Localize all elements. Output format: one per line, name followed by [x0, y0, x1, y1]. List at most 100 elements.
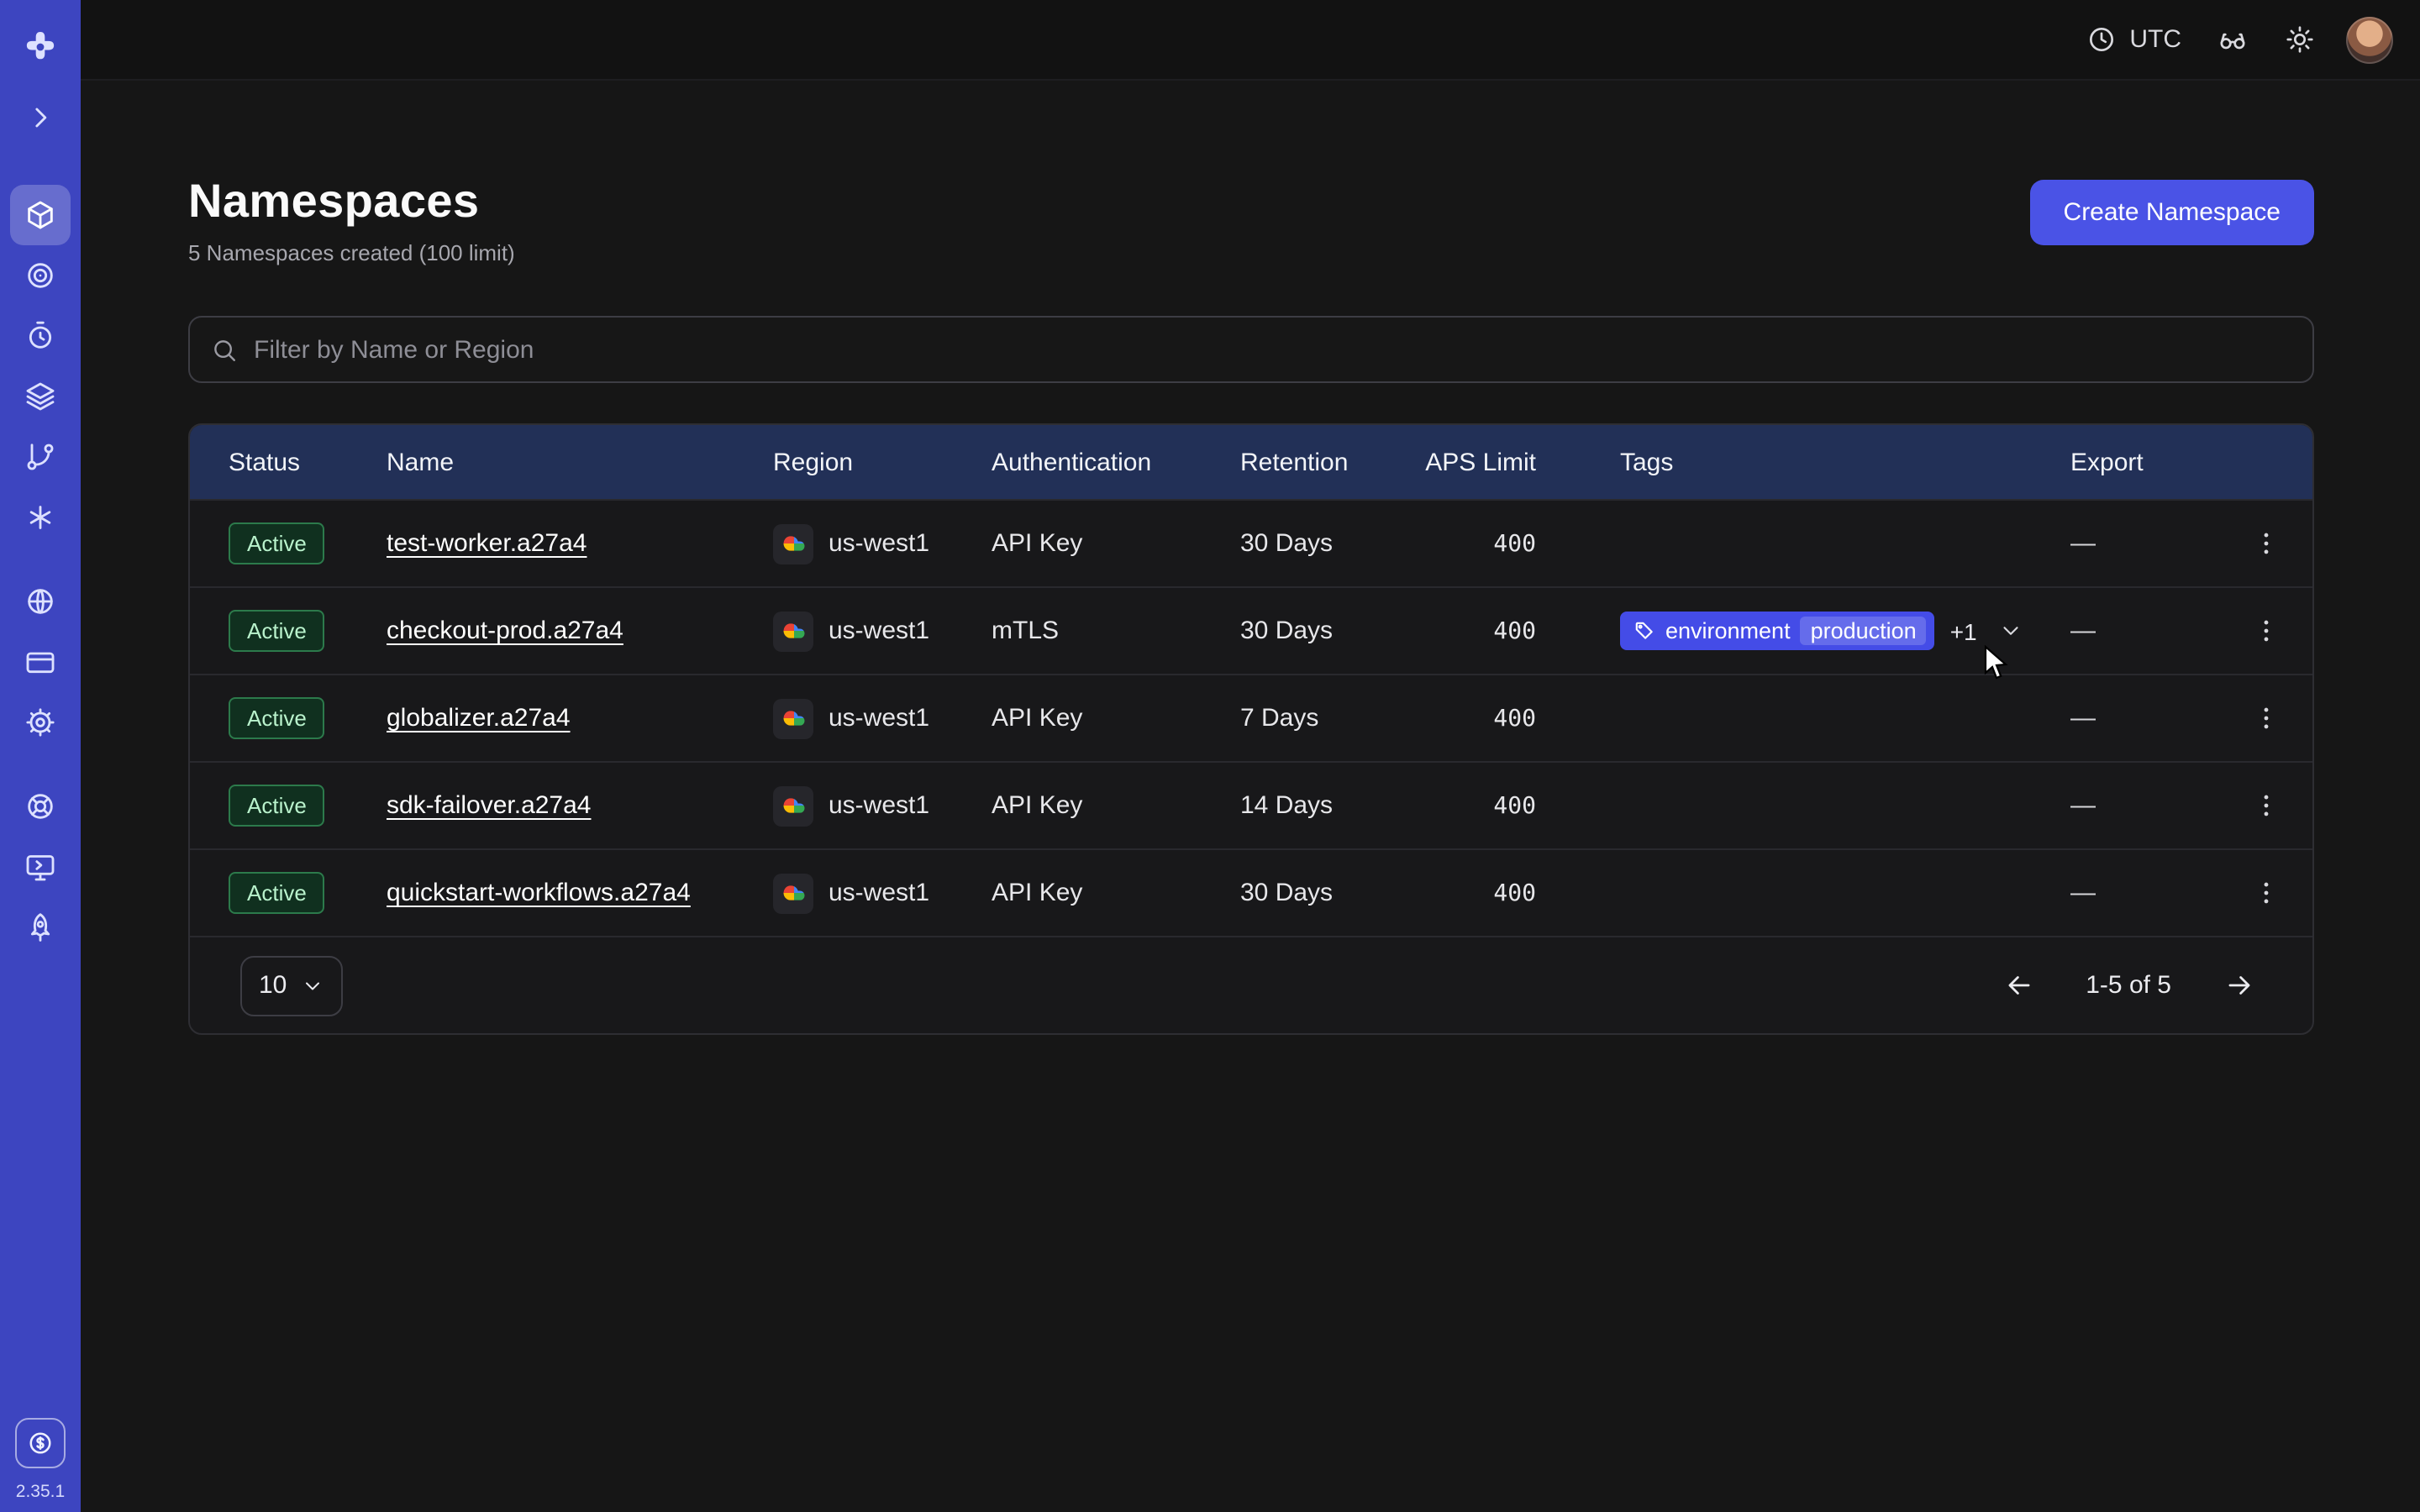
- create-namespace-button[interactable]: Create Namespace: [2030, 180, 2314, 245]
- branch-icon: [24, 440, 57, 474]
- row-menu-button[interactable]: [2242, 520, 2289, 567]
- export-cell: —: [2070, 791, 2242, 820]
- timezone-button[interactable]: UTC: [2075, 13, 2191, 66]
- sidebar-item-nexus[interactable]: [10, 487, 71, 548]
- region-label: us-west1: [829, 879, 929, 907]
- table-row: Active checkout-prod.a27a4 us-west1 mTLS…: [190, 586, 2312, 674]
- app-root: 2.35.1 UTC Namespaces 5 Namespaces creat…: [0, 0, 2420, 1512]
- sidebar-item-schedules[interactable]: [10, 306, 71, 366]
- status-badge: Active: [229, 785, 325, 827]
- table-row: Active quickstart-workflows.a27a4 us-wes…: [190, 848, 2312, 936]
- chevron-right-icon: [24, 101, 57, 134]
- retention-cell: 14 Days: [1240, 791, 1425, 820]
- row-menu-button[interactable]: [2242, 782, 2289, 829]
- namespace-link[interactable]: checkout-prod.a27a4: [387, 617, 623, 645]
- page-header: Namespaces 5 Namespaces created (100 lim…: [188, 175, 2314, 265]
- sidebar-expand-button[interactable]: [10, 87, 71, 148]
- aps-limit-cell: 400: [1425, 530, 1620, 557]
- arrow-right-icon: [2223, 969, 2254, 1001]
- temporal-logo-icon[interactable]: [10, 17, 71, 77]
- namespace-link[interactable]: test-worker.a27a4: [387, 529, 587, 558]
- sidebar-item-support[interactable]: [10, 776, 71, 837]
- sidebar-nav-tertiary: [10, 776, 71, 958]
- sidebar-item-getting-started[interactable]: [10, 897, 71, 958]
- table-header-row: Status Name Region Authentication Retent…: [190, 425, 2312, 499]
- aps-limit-cell: 400: [1425, 792, 1620, 819]
- next-page-button[interactable]: [2215, 962, 2262, 1009]
- kebab-icon: [2251, 879, 2280, 907]
- sidebar-bottom: 2.35.1: [15, 1418, 66, 1512]
- col-status: Status: [229, 448, 387, 476]
- sidebar-nav-primary: [10, 185, 71, 548]
- namespace-link[interactable]: globalizer.a27a4: [387, 704, 571, 732]
- topbar: UTC: [81, 0, 2420, 81]
- namespace-link[interactable]: sdk-failover.a27a4: [387, 791, 592, 820]
- export-cell: —: [2070, 529, 2242, 558]
- usage-billing-button[interactable]: [15, 1418, 66, 1468]
- auth-cell: API Key: [992, 791, 1240, 820]
- gcp-icon: [773, 611, 813, 651]
- prev-page-button[interactable]: [1995, 962, 2042, 1009]
- rocket-icon: [24, 911, 57, 944]
- sidebar-item-namespaces[interactable]: [10, 185, 71, 245]
- export-cell: —: [2070, 879, 2242, 907]
- layers-icon: [24, 380, 57, 413]
- page-size-value: 10: [259, 971, 287, 1000]
- glasses-icon: [2216, 24, 2248, 55]
- retention-cell: 30 Days: [1240, 879, 1425, 907]
- filter-searchbox[interactable]: [188, 316, 2314, 383]
- sidebar-item-target[interactable]: [10, 245, 71, 306]
- table-row: Active sdk-failover.a27a4 us-west1 API K…: [190, 761, 2312, 848]
- gear-icon: [24, 706, 57, 739]
- kebab-icon: [2251, 791, 2280, 820]
- sidebar-item-layers[interactable]: [10, 366, 71, 427]
- sidebar: 2.35.1: [0, 0, 81, 1512]
- chevron-down-icon: [300, 974, 324, 997]
- theme-toggle-button[interactable]: [2272, 13, 2326, 66]
- pagination: 1-5 of 5: [1995, 962, 2262, 1009]
- life-buoy-icon: [24, 790, 57, 823]
- row-menu-button[interactable]: [2242, 695, 2289, 742]
- filter-input[interactable]: [254, 335, 2292, 364]
- region-cell: us-west1: [773, 523, 992, 564]
- row-menu-button[interactable]: [2242, 607, 2289, 654]
- app-version: 2.35.1: [16, 1482, 65, 1502]
- col-export: Export: [2070, 448, 2242, 476]
- namespace-link[interactable]: quickstart-workflows.a27a4: [387, 879, 691, 907]
- col-tags: Tags: [1620, 448, 2070, 476]
- tag-more-count: +1: [1950, 617, 1977, 644]
- user-avatar[interactable]: [2346, 16, 2393, 63]
- sidebar-item-workflows[interactable]: [10, 427, 71, 487]
- col-retention: Retention: [1240, 448, 1425, 476]
- status-badge: Active: [229, 522, 325, 565]
- arrow-left-icon: [2002, 969, 2034, 1001]
- gcp-icon: [773, 785, 813, 826]
- auth-cell: API Key: [992, 704, 1240, 732]
- row-menu-button[interactable]: [2242, 869, 2289, 916]
- retention-cell: 7 Days: [1240, 704, 1425, 732]
- tag-key: environment: [1665, 618, 1791, 643]
- page-size-select[interactable]: 10: [240, 955, 342, 1016]
- dollar-icon: [25, 1428, 55, 1458]
- page-subtitle: 5 Namespaces created (100 limit): [188, 240, 515, 265]
- sidebar-item-globe[interactable]: [10, 571, 71, 632]
- aps-limit-cell: 400: [1425, 879, 1620, 906]
- retention-cell: 30 Days: [1240, 617, 1425, 645]
- tags-expand-button[interactable]: [1992, 612, 2029, 649]
- sidebar-item-console[interactable]: [10, 837, 71, 897]
- sidebar-item-billing-card[interactable]: [10, 632, 71, 692]
- sidebar-item-settings[interactable]: [10, 692, 71, 753]
- auth-cell: API Key: [992, 529, 1240, 558]
- reader-mode-button[interactable]: [2205, 13, 2259, 66]
- col-region: Region: [773, 448, 992, 476]
- region-cell: us-west1: [773, 785, 992, 826]
- export-cell: —: [2070, 704, 2242, 732]
- tag-pill[interactable]: environment production: [1620, 612, 1935, 650]
- gcp-icon: [773, 873, 813, 913]
- clock-icon: [2086, 24, 2118, 55]
- region-label: us-west1: [829, 791, 929, 820]
- kebab-icon: [2251, 617, 2280, 645]
- aps-limit-cell: 400: [1425, 705, 1620, 732]
- tag-icon: [1634, 620, 1655, 642]
- table-row: Active globalizer.a27a4 us-west1 API Key…: [190, 674, 2312, 761]
